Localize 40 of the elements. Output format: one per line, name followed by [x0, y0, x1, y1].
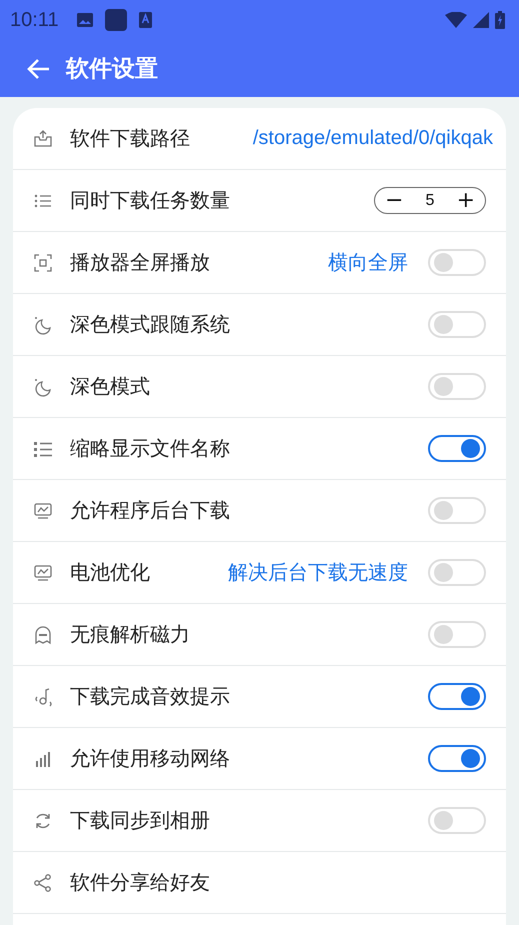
toggle-switch[interactable] — [428, 683, 486, 710]
setting-label: 允许使用移动网络 — [70, 745, 230, 772]
font-icon — [138, 12, 152, 28]
image-icon — [76, 13, 93, 27]
setting-label: 允许程序后台下载 — [70, 497, 230, 524]
ghost-icon — [33, 624, 53, 644]
option-link[interactable]: 横向全屏 — [328, 249, 408, 276]
tray-icon — [33, 128, 53, 148]
battery-icon — [495, 11, 505, 29]
sound-icon — [33, 686, 53, 706]
setting-label: 电池优化 — [70, 559, 150, 586]
share-icon — [33, 872, 53, 892]
moon-icon — [33, 314, 53, 334]
count-value: 5 — [426, 192, 434, 210]
setting-label: 软件分享给好友 — [70, 869, 210, 896]
moon-icon — [33, 376, 53, 396]
toggle-switch[interactable] — [428, 435, 486, 462]
monitor-icon — [33, 500, 53, 520]
fullscreen-icon — [33, 252, 53, 272]
setting-label: 下载完成音效提示 — [70, 683, 230, 710]
back-arrow-icon[interactable] — [26, 58, 50, 80]
toggle-switch[interactable] — [428, 745, 486, 772]
setting-label: 软件下载路径 — [70, 125, 190, 152]
signal-icon — [473, 12, 489, 28]
setting-label: 播放器全屏播放 — [70, 249, 210, 276]
app-icon — [104, 9, 127, 31]
page-title: 软件设置 — [66, 55, 158, 84]
option-link[interactable]: 解决后台下载无速度 — [228, 559, 408, 586]
status-time: 10:11 — [10, 8, 59, 32]
monitor-icon — [33, 562, 53, 582]
setting-label: 深色模式 — [70, 373, 150, 400]
setting-label: 缩略显示文件名称 — [70, 435, 230, 462]
setting-label: 深色模式跟随系统 — [70, 311, 230, 338]
wifi-icon — [445, 12, 467, 28]
decrement-button[interactable]: − — [379, 190, 410, 212]
setting-label: 同时下载任务数量 — [70, 187, 230, 214]
setting-label: 下载同步到相册 — [70, 807, 210, 834]
path-link[interactable]: /storage/emulated/0/qikqak — [252, 127, 493, 150]
increment-button[interactable]: + — [450, 190, 481, 212]
setting-label: 无痕解析磁力 — [70, 621, 190, 648]
